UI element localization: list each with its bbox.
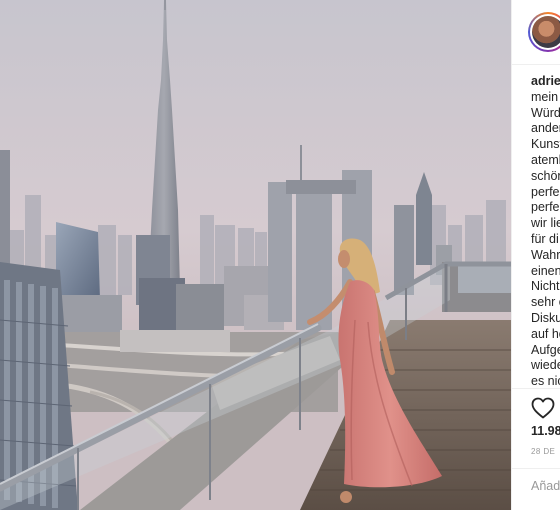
profile-avatar[interactable]: [528, 12, 560, 52]
post-caption: adrie mein Würd ander Kunst atemb schön …: [531, 74, 560, 390]
heart-icon[interactable]: [531, 397, 555, 419]
caption-line: Nicht: [531, 279, 560, 294]
caption-line: wir lie: [531, 216, 560, 231]
caption-line: Aufge: [531, 342, 560, 357]
comment-divider: [512, 468, 560, 469]
caption-line: einen: [531, 263, 560, 278]
caption-line: für di: [531, 231, 559, 246]
caption-line: Kunst: [531, 137, 560, 152]
caption-line: perfe: [531, 184, 560, 199]
caption-line: schön: [531, 168, 560, 183]
avatar-image: [532, 16, 560, 48]
post-side-panel: adrie mein Würd ander Kunst atemb schön …: [511, 0, 560, 510]
caption-line: Würd: [531, 105, 560, 120]
caption-username[interactable]: adrie: [531, 74, 560, 90]
caption-line: sehr c: [531, 295, 560, 310]
caption-line: auf ho: [531, 326, 560, 341]
post-photo[interactable]: [0, 0, 511, 510]
caption-line: wiede: [531, 358, 560, 373]
likes-count[interactable]: 11.98: [531, 424, 560, 438]
caption-line: atemb: [531, 152, 560, 167]
caption-line: mein: [531, 89, 559, 104]
comment-input[interactable]: [531, 479, 560, 493]
caption-line: perfe: [531, 200, 560, 215]
actions-divider: [512, 388, 560, 389]
post-date: 28 DE: [531, 447, 556, 456]
caption-line: Disku: [531, 310, 560, 325]
caption-line: Wahr: [531, 247, 560, 262]
caption-line: ander: [531, 121, 560, 136]
header-divider: [512, 64, 560, 65]
dubai-skyline-image: [0, 0, 511, 510]
